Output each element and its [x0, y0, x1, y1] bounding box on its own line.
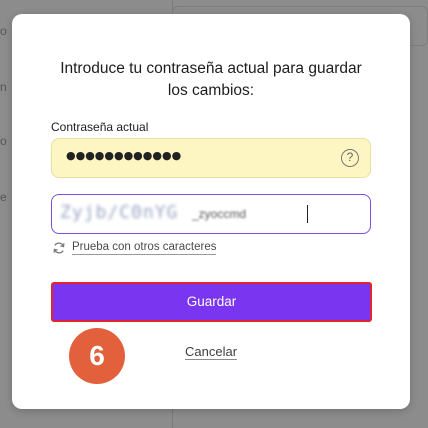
cancel-link[interactable]: Cancelar: [185, 344, 238, 360]
new-password-blurred-suffix: _zyoccmd: [192, 207, 247, 221]
current-password-input[interactable]: ●●●●●●●●●●●● ?: [51, 138, 371, 178]
suggestion-link[interactable]: Prueba con otros caracteres: [72, 241, 217, 255]
password-confirm-dialog: Introduce tu contraseña actual para guar…: [12, 14, 410, 409]
dialog-title: Introduce tu contraseña actual para guar…: [60, 60, 362, 99]
text-caret: [307, 205, 308, 223]
current-password-label: Contraseña actual: [51, 120, 149, 134]
save-button[interactable]: Guardar: [51, 282, 372, 322]
step-number-badge: 6: [69, 328, 125, 384]
question-circle-icon[interactable]: ?: [341, 149, 359, 167]
new-password-blurred-value: Zyjb/C0nYG: [60, 202, 179, 223]
regenerate-suggestion[interactable]: Prueba con otros caracteres: [52, 240, 217, 256]
background-text: n: [0, 80, 7, 94]
background-text: o: [0, 134, 7, 148]
background-text: e: [0, 190, 7, 204]
refresh-icon: [53, 242, 65, 254]
background-text: o: [0, 24, 7, 38]
current-password-value: ●●●●●●●●●●●●: [66, 149, 182, 162]
new-password-input[interactable]: Zyjb/C0nYG _zyoccmd: [51, 194, 371, 234]
